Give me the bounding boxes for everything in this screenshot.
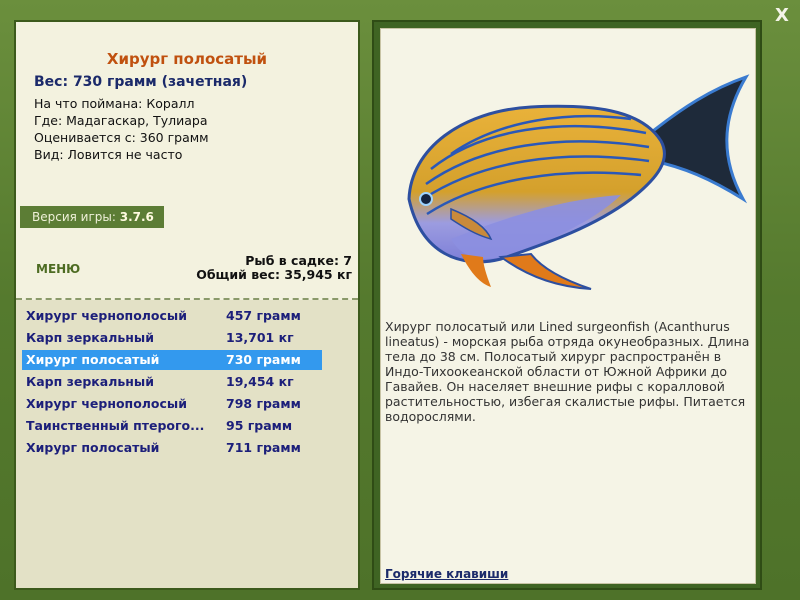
fish-location: Где: Мадагаскар, Тулиара — [34, 113, 208, 128]
total-weight: Общий вес: 35,945 кг — [196, 267, 352, 282]
catch-row[interactable]: Хирург чернополосый 457 грамм — [22, 306, 322, 326]
close-button[interactable]: X — [772, 6, 792, 26]
catch-name: Карп зеркальный — [26, 374, 154, 389]
catch-weight: 798 грамм — [226, 396, 301, 411]
catch-name: Карп зеркальный — [26, 330, 154, 345]
version-label: Версия игры: — [32, 210, 116, 224]
catch-name: Хирург чернополосый — [26, 308, 187, 323]
fish-weight: Вес: 730 грамм (зачетная) — [34, 74, 248, 90]
catch-name: Хирург полосатый — [26, 352, 160, 367]
fish-illustration — [407, 74, 750, 290]
version-bar: Версия игры: 3.7.6 — [20, 206, 164, 228]
fish-value: Оценивается с: 360 грамм — [34, 130, 209, 145]
fish-description: Хирург полосатый или Lined surgeonfish (… — [385, 319, 750, 424]
catch-weight: 19,454 кг — [226, 374, 294, 389]
catch-weight: 730 грамм — [226, 352, 301, 367]
fish-count: Рыб в садке: 7 — [245, 253, 352, 268]
catch-weight: 711 грамм — [226, 440, 301, 455]
catch-row-selected[interactable]: Хирург полосатый 730 грамм — [22, 350, 322, 370]
catch-row[interactable]: Карп зеркальный 19,454 кг — [22, 372, 322, 392]
version-value: 3.7.6 — [119, 210, 154, 224]
catch-row[interactable]: Карп зеркальный 13,701 кг — [22, 328, 322, 348]
catch-row[interactable]: Хирург полосатый 711 грамм — [22, 438, 322, 458]
catch-name: Хирург чернополосый — [26, 396, 187, 411]
catch-weight: 95 грамм — [226, 418, 293, 433]
catch-row[interactable]: Хирург чернополосый 798 грамм — [22, 394, 322, 414]
fish-detail-panel: Хирург полосатый или Lined surgeonfish (… — [372, 20, 762, 590]
catch-name: Хирург полосатый — [26, 440, 160, 455]
hotkeys-link[interactable]: Горячие клавиши — [385, 567, 508, 581]
menu-button[interactable]: МЕНЮ — [36, 262, 80, 276]
catch-name: Таинственный птерого... — [26, 418, 205, 433]
catch-weight: 457 грамм — [226, 308, 301, 323]
fish-rarity: Вид: Ловится не часто — [34, 147, 183, 162]
catch-row[interactable]: Таинственный птерого... 95 грамм — [22, 416, 322, 436]
catch-weight: 13,701 кг — [226, 330, 294, 345]
fish-title: Хирург полосатый — [106, 50, 268, 68]
keepnet-stats: Рыб в садке: 7 Общий вес: 35,945 кг — [196, 254, 352, 282]
fish-info-panel: Хирург полосатый Вес: 730 грамм (зачетна… — [14, 20, 360, 590]
catch-list: Хирург чернополосый 457 грамм Карп зерка… — [16, 300, 358, 588]
fish-bait: На что поймана: Коралл — [34, 96, 195, 111]
fish-detail-inner: Хирург полосатый или Lined surgeonfish (… — [380, 28, 756, 584]
